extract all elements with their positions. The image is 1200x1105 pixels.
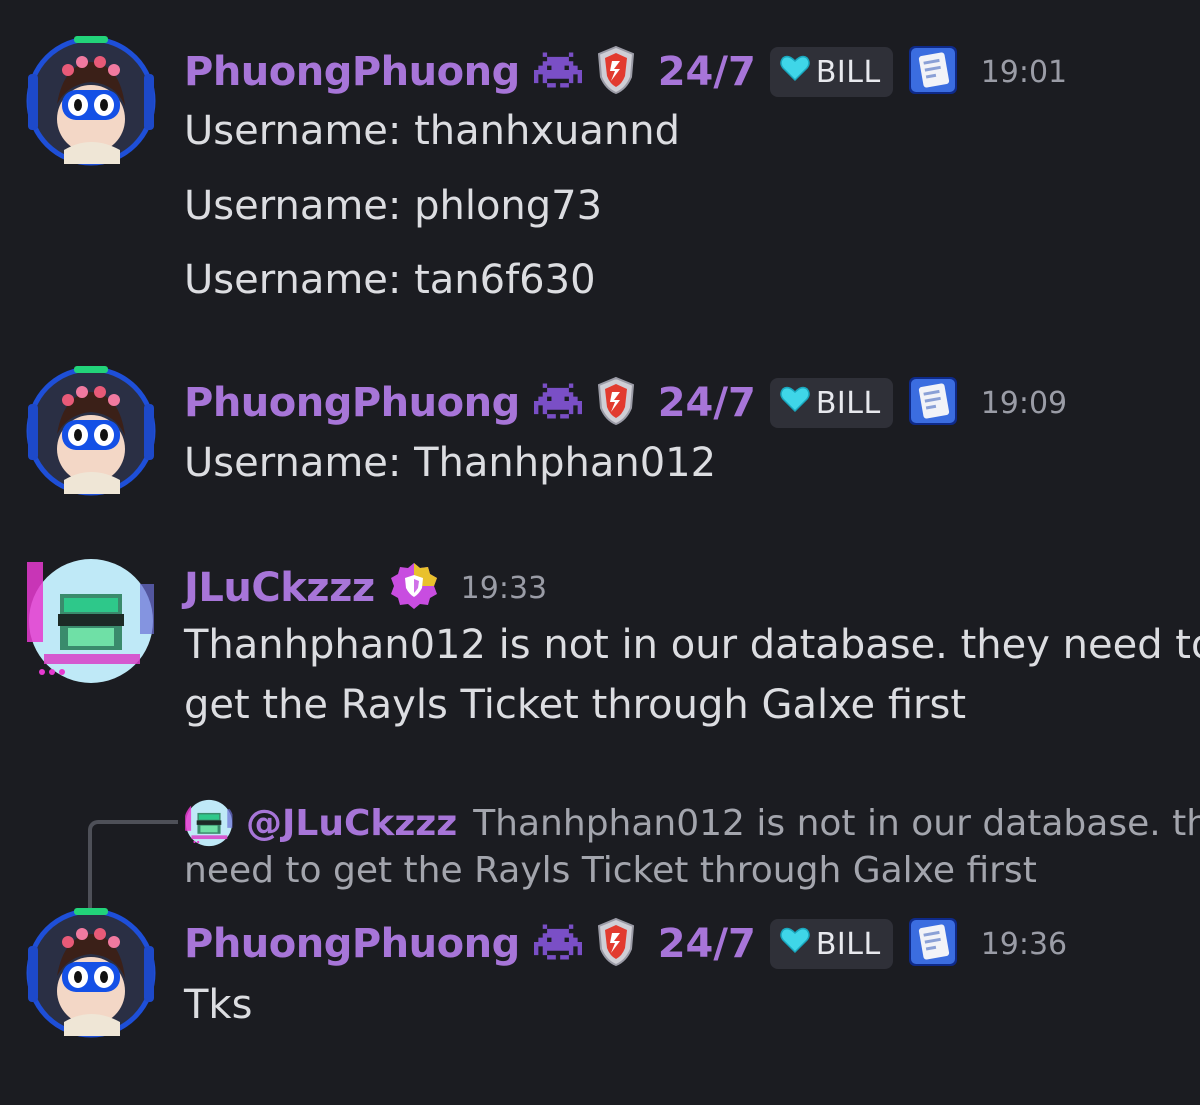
red-shield-icon bbox=[596, 44, 636, 100]
message-header: PhuongPhuong 24/7 BILL 19:09 bbox=[184, 373, 1067, 433]
reply-text-continued: need to get the Rayls Ticket through Gal… bbox=[184, 850, 1037, 891]
username[interactable]: PhuongPhuong bbox=[184, 49, 520, 95]
reply-avatar bbox=[184, 798, 234, 848]
message-line: Tks bbox=[184, 982, 253, 1028]
bill-badge[interactable]: BILL bbox=[769, 47, 893, 97]
timestamp[interactable]: 19:33 bbox=[461, 571, 547, 606]
username[interactable]: JLuCkzzz bbox=[184, 565, 375, 611]
role-tag: 24/7 bbox=[657, 921, 756, 967]
message-line: Username: tan6f630 bbox=[184, 257, 596, 303]
bill-badge[interactable]: BILL bbox=[769, 919, 893, 969]
message-line: Thanhphan012 is not in our database. the… bbox=[184, 622, 1200, 668]
avatar[interactable] bbox=[24, 554, 158, 688]
role-tag: 24/7 bbox=[657, 380, 756, 426]
reply-text: Thanhphan012 is not in our database. the… bbox=[473, 802, 1200, 844]
message-header: PhuongPhuong 24/7 BILL 19:01 bbox=[184, 42, 1067, 102]
ticket-icon bbox=[907, 916, 959, 972]
cyan-heart-icon bbox=[780, 385, 810, 421]
username[interactable]: PhuongPhuong bbox=[184, 921, 520, 967]
badge-label: BILL bbox=[815, 385, 881, 421]
message-line: Username: thanhxuannd bbox=[184, 108, 680, 154]
avatar[interactable] bbox=[24, 34, 158, 168]
reply-mention[interactable]: @JLuCkzzz bbox=[246, 803, 457, 844]
cyan-heart-icon bbox=[780, 926, 810, 962]
badge-label: BILL bbox=[815, 54, 881, 90]
verified-shield-icon bbox=[389, 561, 439, 615]
avatar[interactable] bbox=[24, 906, 158, 1040]
space-invader-icon bbox=[534, 52, 582, 92]
message-line: Username: phlong73 bbox=[184, 183, 603, 229]
space-invader-icon bbox=[534, 383, 582, 423]
reply-preview[interactable]: @JLuCkzzz Thanhphan012 is not in our dat… bbox=[184, 798, 1200, 848]
role-tag: 24/7 bbox=[657, 49, 756, 95]
avatar[interactable] bbox=[24, 364, 158, 498]
bill-badge[interactable]: BILL bbox=[769, 378, 893, 428]
cyan-heart-icon bbox=[780, 54, 810, 90]
badge-label: BILL bbox=[815, 926, 881, 962]
ticket-icon bbox=[907, 44, 959, 100]
space-invader-icon bbox=[534, 924, 582, 964]
timestamp[interactable]: 19:01 bbox=[981, 55, 1067, 90]
message-header: PhuongPhuong 24/7 BILL 19:36 bbox=[184, 914, 1067, 974]
reply-connector bbox=[88, 820, 178, 910]
timestamp[interactable]: 19:09 bbox=[981, 386, 1067, 421]
message-line: Username: Thanhphan012 bbox=[184, 440, 717, 486]
red-shield-icon bbox=[596, 916, 636, 972]
red-shield-icon bbox=[596, 375, 636, 431]
message-line: get the Rayls Ticket through Galxe first bbox=[184, 682, 967, 728]
username[interactable]: PhuongPhuong bbox=[184, 380, 520, 426]
ticket-icon bbox=[907, 375, 959, 431]
message-header: JLuCkzzz 19:33 bbox=[184, 558, 547, 618]
timestamp[interactable]: 19:36 bbox=[981, 927, 1067, 962]
